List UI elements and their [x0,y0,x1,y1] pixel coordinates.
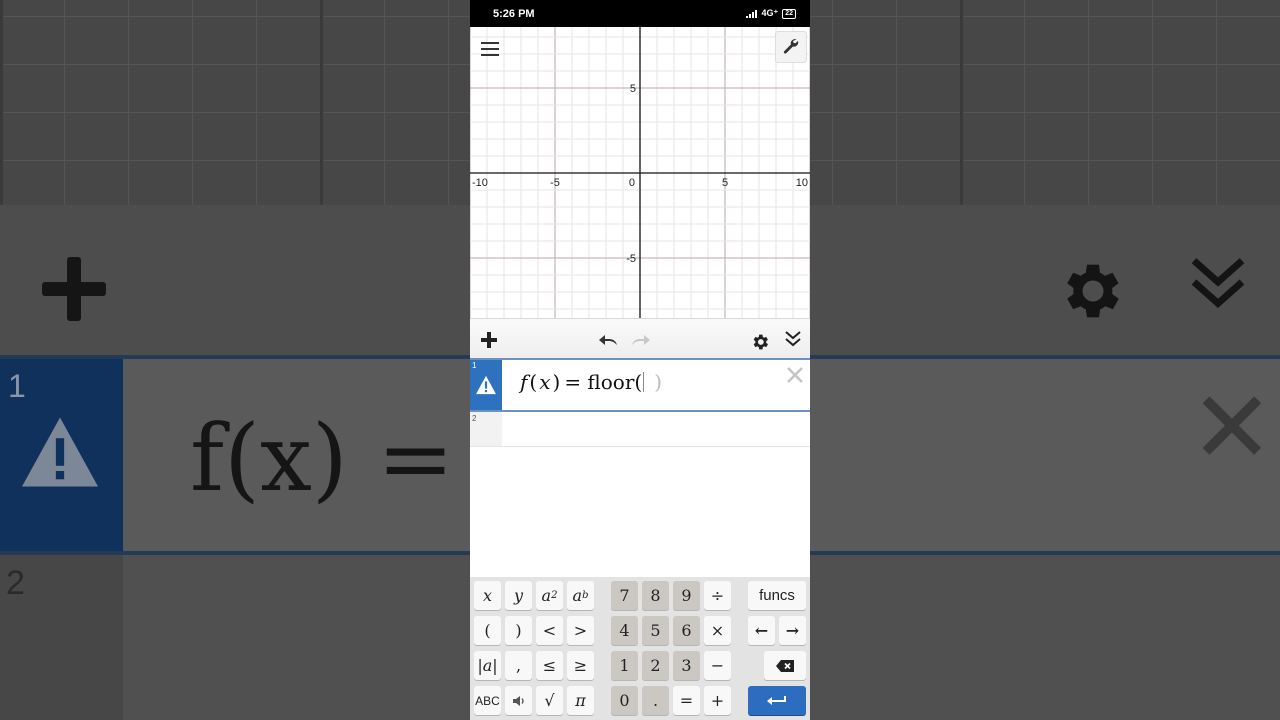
formula-variable: x [539,370,551,394]
battery-icon: 22 [782,8,796,19]
phone-screen: 5:26 PM 4G⁺ 22 -10 -5 0 5 10 5 -5 1 f (… [470,0,810,720]
key-3[interactable]: 3 [673,651,700,680]
formula-rest: = floor( [564,370,643,394]
battery-level: 22 [785,9,793,17]
key-less-than[interactable]: < [536,616,563,645]
collapse-double-chevron-icon[interactable] [783,330,803,348]
key-enter[interactable] [748,686,806,715]
key-backspace[interactable] [764,651,806,680]
y-tick-label: 5 [630,83,636,95]
formula-function-name: f [520,370,528,394]
key-abc[interactable]: ABC [474,686,501,715]
menu-button[interactable] [478,37,502,61]
x-tick-label: -5 [550,177,560,189]
key-minus[interactable]: − [704,651,731,680]
key-left-arrow[interactable]: ← [748,616,775,645]
background-warning-icon [22,417,98,487]
key-8[interactable]: 8 [642,581,669,610]
key-absolute-value[interactable]: |a| [474,651,501,680]
graph-paper[interactable]: -10 -5 0 5 10 5 -5 [470,27,810,318]
key-0[interactable]: 0 [611,686,638,715]
background-index-2: 2 [6,564,25,602]
y-tick-label: -5 [626,253,636,265]
key-a-squared[interactable]: a2 [536,581,563,610]
warning-icon[interactable] [475,375,497,395]
key-6[interactable]: 6 [673,616,700,645]
backspace-icon [776,659,794,672]
key-plus[interactable]: + [704,686,731,715]
x-tick-label: 5 [722,177,728,189]
formula-ghost-paren: ) [654,370,663,394]
key-divide[interactable]: ÷ [704,581,731,610]
network-type: 4G⁺ [761,8,779,18]
delete-expression-icon[interactable] [784,364,806,386]
key-2[interactable]: 2 [642,651,669,680]
key-close-paren[interactable]: ) [505,616,532,645]
background-gear-icon [1067,264,1119,318]
key-funcs[interactable]: funcs [748,581,806,610]
expression-1-status-tab[interactable]: 1 [470,360,502,410]
speaker-icon [512,695,524,706]
key-a-power-b[interactable]: ab [567,581,594,610]
key-comma[interactable]: , [505,651,532,680]
enter-icon [767,695,786,705]
key-4[interactable]: 4 [611,616,638,645]
key-7[interactable]: 7 [611,581,638,610]
expression-row-2[interactable]: 2 [470,412,810,447]
key-5[interactable]: 5 [642,616,669,645]
gear-icon[interactable] [750,332,770,352]
status-time: 5:26 PM [493,8,535,20]
key-y[interactable]: y [505,581,532,610]
signal-icon [746,9,758,18]
key-audio[interactable] [505,686,532,715]
key-1[interactable]: 1 [611,651,638,680]
redo-icon[interactable] [628,332,652,348]
status-indicators: 4G⁺ 22 [746,8,796,19]
key-greater-than[interactable]: > [567,616,594,645]
background-collapse-icon [1191,258,1245,308]
status-bar: 5:26 PM 4G⁺ 22 [470,0,810,27]
key-9[interactable]: 9 [673,581,700,610]
key-multiply[interactable]: × [704,616,731,645]
background-formula: f(x) = f [190,405,470,512]
x-tick-label: -10 [472,177,488,189]
key-less-equal[interactable]: ≤ [536,651,563,680]
text-cursor [643,372,645,392]
graph-canvas[interactable]: -10 -5 0 5 10 5 -5 [470,27,810,318]
key-decimal[interactable]: . [642,686,669,715]
wrench-icon [783,39,799,54]
expression-index: 2 [472,414,477,423]
key-right-arrow[interactable]: → [779,616,806,645]
graph-settings-button[interactable] [775,31,807,63]
add-item-icon[interactable] [480,331,498,349]
x-tick-label: 10 [796,177,808,189]
key-sqrt[interactable]: √ [536,686,563,715]
undo-icon[interactable] [597,332,621,348]
x-tick-label: 0 [629,177,635,189]
formula-close-paren: ) [552,370,561,394]
background-index-1: 1 [8,368,26,404]
key-x[interactable]: x [474,581,501,610]
expression-2-tab: 2 [470,412,502,446]
background-close-icon: ✕ [1190,372,1274,484]
expression-list-empty-area[interactable] [470,447,810,577]
expression-toolbar [470,318,810,359]
formula-open-paren: ( [529,370,538,394]
background-plus-icon [42,257,106,321]
expression-row-1[interactable]: 1 f ( x ) = floor( ) [470,360,810,410]
key-open-paren[interactable]: ( [474,616,501,645]
key-pi[interactable]: π [567,686,594,715]
math-keypad: x y a2 ab 7 8 9 ÷ funcs ( ) < > 4 5 6 × … [470,577,810,720]
key-greater-equal[interactable]: ≥ [567,651,594,680]
key-equals[interactable]: = [673,686,700,715]
expression-1-math-input[interactable]: f ( x ) = floor( ) [520,370,662,394]
expression-index: 1 [472,361,477,370]
